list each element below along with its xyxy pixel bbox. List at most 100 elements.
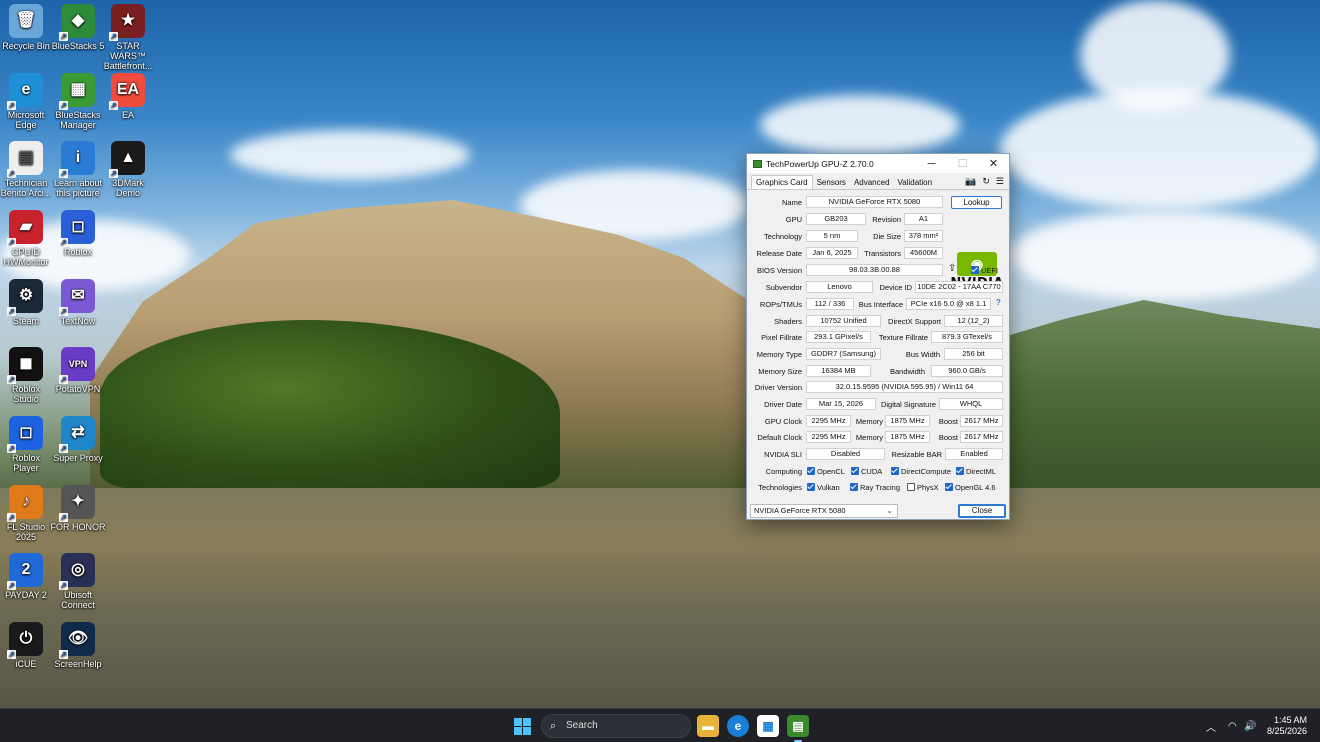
start-button[interactable] — [514, 718, 531, 735]
label-bandwidth: Bandwidth — [889, 367, 925, 376]
gpuz-taskbar-icon[interactable]: ▤ — [787, 715, 809, 742]
clock-time: 1:45 AM — [1273, 715, 1307, 725]
desktop-icon-label: EA — [121, 110, 134, 120]
label-default-clock: Default Clock — [757, 433, 802, 442]
menu-icon[interactable]: ☰ — [996, 176, 1004, 187]
tab-graphics-card[interactable]: Graphics Card — [751, 175, 813, 189]
refresh-icon[interactable]: ↻ — [982, 176, 990, 187]
tab-sensors[interactable]: Sensors — [813, 176, 850, 189]
desktop-icon-label: FL Studio 2025 — [6, 522, 46, 542]
gpuz-titlebar[interactable]: TechPowerUp GPU-Z 2.70.0 ─ ☐ ✕ — [747, 154, 1009, 173]
lookup-button[interactable]: Lookup — [951, 196, 1002, 209]
volume-icon[interactable]: 🔊 — [1244, 709, 1256, 742]
payday-2-icon: 2 — [7, 553, 43, 590]
wifi-icon[interactable]: ◠ — [1228, 709, 1237, 742]
desktop-icon-learn-about-this-picture[interactable]: iLearn about this picture — [50, 141, 106, 198]
desktop-icon-roblox-studio[interactable]: ◼Roblox Studio — [0, 347, 54, 404]
desktop-icon-bluestacks-5[interactable]: ◆BlueStacks 5 — [50, 4, 106, 51]
desktop-icon-label: Roblox Player — [11, 453, 40, 473]
desktop-icon-ubisoft-connect[interactable]: ◎Ubisoft Connect — [50, 553, 106, 610]
uefi-checkbox[interactable]: UEFI — [971, 264, 998, 277]
roblox-player-icon: ◻ — [7, 416, 43, 453]
cpuid-hwmonitor-icon: ▰ — [7, 210, 43, 247]
label-gpu-memory: Memory — [855, 417, 883, 426]
file-explorer-icon[interactable]: ▬ — [697, 715, 719, 737]
clock[interactable]: 1:45 AM 8/25/2026 — [1267, 715, 1307, 737]
label-technologies: Technologies — [758, 483, 802, 492]
desktop-icon-ea[interactable]: EAEA — [100, 73, 156, 120]
desktop-icon-microsoft-edge[interactable]: eMicrosoft Edge — [0, 73, 54, 130]
field-bios-version: 98.03.3B.00.88 — [806, 264, 943, 276]
desktop-icon-for-honor[interactable]: ✦FOR HONOR — [50, 485, 106, 532]
desktop-icon-label: BlueStacks 5 — [51, 41, 105, 51]
field-rops-tmus: 112 / 336 — [806, 298, 854, 310]
desktop-icon-technician-benito-arci[interactable]: ▤Technician Benito Arci... — [0, 141, 54, 198]
desktop-icon-cpuid-hwmonitor[interactable]: ▰CPUID HWMonitor — [0, 210, 54, 267]
desktop-icon-label: iCUE — [15, 659, 37, 669]
bus-help-icon[interactable]: ? — [996, 298, 1001, 307]
label-gpu-boost: Boost — [938, 417, 958, 426]
label-subvendor: Subvendor — [765, 283, 802, 292]
desktop-icon-fl-studio-2025[interactable]: ♪FL Studio 2025 — [0, 485, 54, 542]
field-nvidia-sli: Disabled — [806, 448, 885, 460]
edge-icon[interactable]: e — [727, 715, 749, 737]
label-digital-signature: Digital Signature — [880, 400, 936, 409]
label-bus-width: Bus Width — [905, 350, 940, 359]
field-shaders: 10752 Unified — [806, 315, 881, 327]
desktop-icon-roblox-player[interactable]: ◻Roblox Player — [0, 416, 54, 473]
minimize-button[interactable]: ─ — [916, 158, 947, 170]
share-bios-icon[interactable]: ⇪ — [948, 263, 956, 274]
ubisoft-connect-icon: ◎ — [59, 553, 95, 590]
desktop-icon-label: FOR HONOR — [50, 522, 106, 532]
checkbox-physx[interactable]: PhysX — [907, 481, 939, 494]
desktop-icon-steam[interactable]: ⚙Steam — [0, 279, 54, 326]
checkbox-opengl[interactable]: OpenGL 4.6 — [945, 481, 996, 494]
desktop-icon-recycle-bin[interactable]: 🗑 Recycle Bin — [0, 4, 54, 51]
desktop-icon-star-wars-battlefront[interactable]: ★STAR WARS™ Battlefront... — [100, 4, 156, 71]
label-bus-interface: Bus Interface — [858, 300, 903, 309]
desktop-icon-potatovpn[interactable]: VPNPotatoVPN — [50, 347, 106, 394]
desktop-icon-screenhelp[interactable]: 👁ScreenHelp — [50, 622, 106, 669]
roblox-icon: ◻ — [59, 210, 95, 247]
tab-advanced[interactable]: Advanced — [850, 176, 894, 189]
label-name: Name — [781, 198, 802, 207]
checkbox-directcompute[interactable]: DirectCompute — [891, 465, 951, 478]
desktop-icon-roblox[interactable]: ◻Roblox — [50, 210, 106, 257]
textnow-icon: ✉ — [59, 279, 95, 316]
close-button[interactable]: Close — [958, 504, 1006, 518]
label-resizable-bar: Resizable BAR — [891, 450, 942, 459]
checkbox-opencl[interactable]: OpenCL — [807, 465, 845, 478]
desktop-icon-bluestacks-manager[interactable]: ▦BlueStacks Manager — [50, 73, 106, 130]
field-bus-width: 256 bit — [944, 348, 1003, 360]
checkbox-vulkan[interactable]: Vulkan — [807, 481, 840, 494]
desktop-icon-label: STAR WARS™ Battlefront... — [103, 41, 153, 71]
tab-validation[interactable]: Validation — [894, 176, 937, 189]
desktop-icon-icue[interactable]: ⏻iCUE — [0, 622, 54, 669]
store-icon[interactable]: ▦ — [757, 715, 779, 737]
screenhelp-icon: 👁 — [59, 622, 95, 659]
close-window-button[interactable]: ✕ — [978, 157, 1009, 170]
desktop-icon-3dmark-demo[interactable]: ▲3DMark Demo — [100, 141, 156, 198]
field-die-size: 378 mm² — [904, 230, 943, 242]
show-hidden-icons[interactable]: ︿ — [1206, 709, 1216, 742]
gpu-select-dropdown[interactable]: NVIDIA GeForce RTX 5080 ⌄ — [750, 504, 898, 518]
desktop-icon-label: Learn about this picture — [53, 178, 103, 198]
graphics-card-panel: Name NVIDIA GeForce RTX 5080 Lookup GPU … — [747, 190, 1009, 502]
field-revision: A1 — [904, 213, 943, 225]
camera-icon[interactable]: 📷 — [965, 176, 976, 187]
label-computing: Computing — [765, 467, 802, 476]
field-gpu-clock: 2295 MHz — [806, 415, 851, 427]
bluestacks-5-icon: ◆ — [59, 4, 95, 41]
checkbox-ray-tracing[interactable]: Ray Tracing — [850, 481, 900, 494]
desktop-icon-super-proxy[interactable]: ⇄Super Proxy — [50, 416, 106, 463]
field-bandwidth: 960.0 GB/s — [931, 365, 1003, 377]
checkbox-cuda[interactable]: CUDA — [851, 465, 882, 478]
desktop-icon-payday-2[interactable]: 2PAYDAY 2 — [0, 553, 54, 600]
field-gpu: GB203 — [806, 213, 866, 225]
desktop-icon-textnow[interactable]: ✉TextNow — [50, 279, 106, 326]
maximize-button[interactable]: ☐ — [947, 157, 978, 170]
3dmark-demo-icon: ▲ — [109, 141, 145, 178]
taskbar-search[interactable]: ⌕ Search — [541, 714, 691, 738]
checkbox-directml[interactable]: DirectML — [956, 465, 996, 478]
chevron-down-icon: ⌄ — [886, 506, 893, 515]
